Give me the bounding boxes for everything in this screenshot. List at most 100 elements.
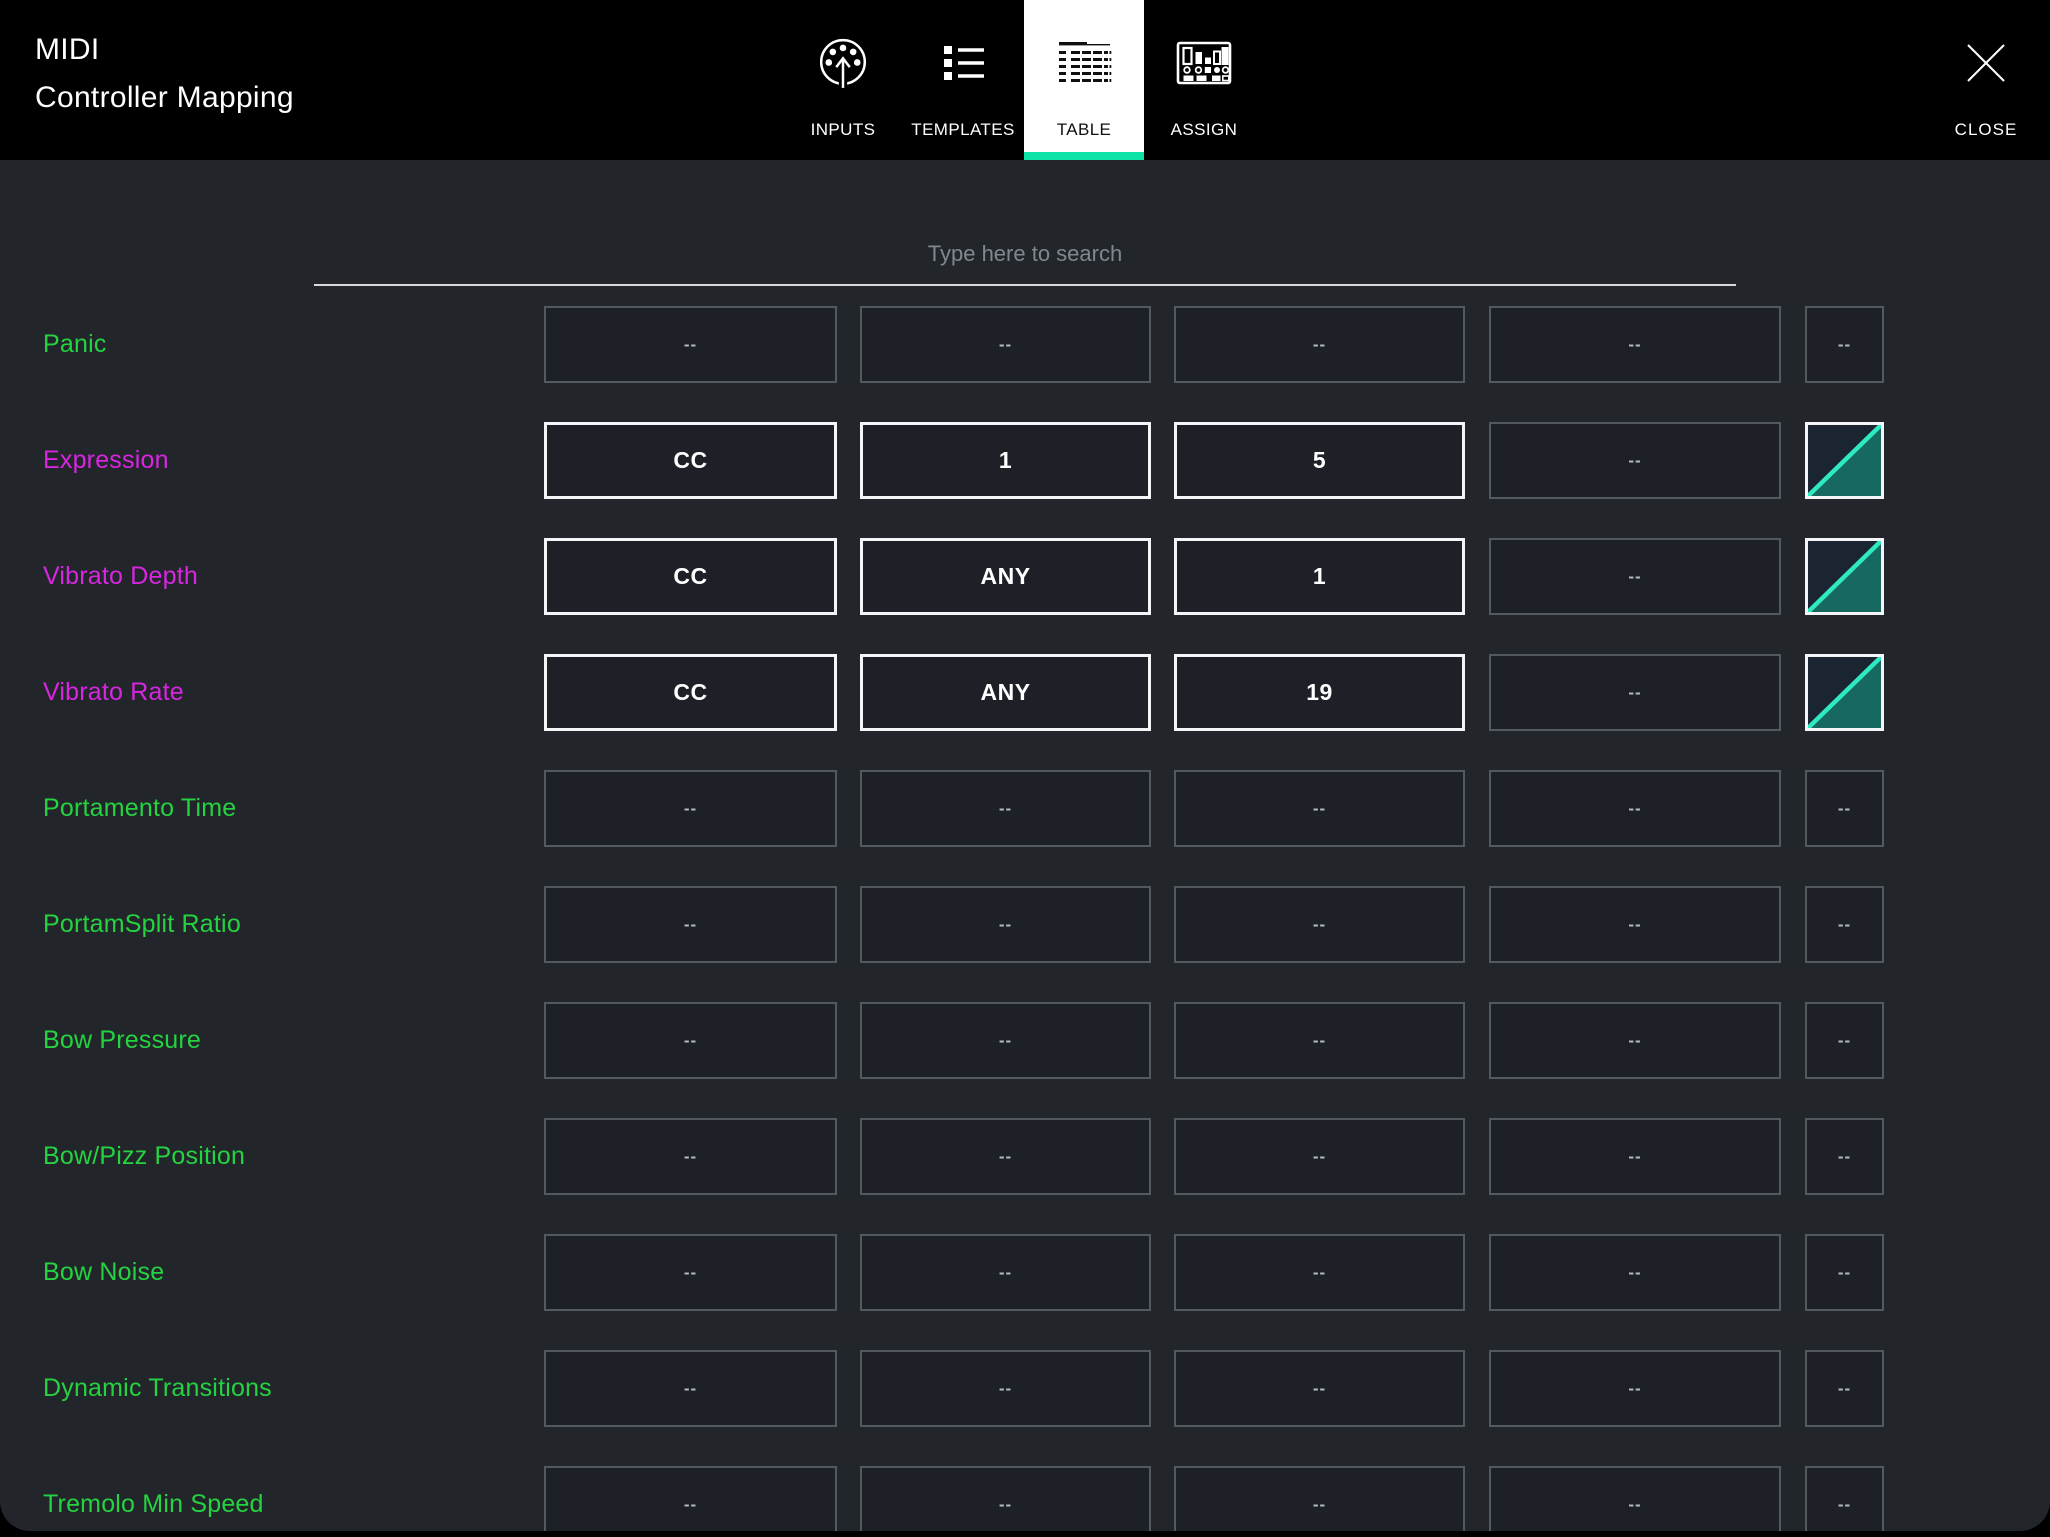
cell-value: -- bbox=[1837, 1494, 1852, 1514]
table-row: Bow Noise -- -- -- -- -- bbox=[0, 1234, 2050, 1311]
cell-value: -- bbox=[683, 1494, 698, 1514]
mapping-cell[interactable]: -- bbox=[1174, 770, 1465, 847]
cell-value: -- bbox=[1312, 1030, 1327, 1050]
table-row: PortamSplit Ratio -- -- -- -- -- bbox=[0, 886, 2050, 963]
mapping-cell[interactable]: -- bbox=[1489, 886, 1781, 963]
mapping-cell[interactable]: -- bbox=[1489, 306, 1781, 383]
cell-value: -- bbox=[1628, 334, 1642, 354]
mapping-cell[interactable]: -- bbox=[1489, 1466, 1781, 1531]
row-label: Expression bbox=[43, 446, 169, 474]
mapping-cell[interactable]: -- bbox=[1489, 1234, 1781, 1311]
mapping-cell[interactable]: -- bbox=[1174, 1118, 1465, 1195]
cell-value: -- bbox=[1837, 798, 1852, 818]
mapping-cell[interactable]: -- bbox=[860, 1234, 1151, 1311]
mapping-cell[interactable]: -- bbox=[1805, 1466, 1884, 1531]
mapping-cell[interactable]: -- bbox=[860, 1002, 1151, 1079]
mapping-cell[interactable]: -- bbox=[544, 306, 837, 383]
row-label: Bow/Pizz Position bbox=[43, 1142, 246, 1170]
mapping-cell[interactable]: 19 bbox=[1174, 654, 1465, 731]
mapping-cell[interactable]: -- bbox=[544, 1466, 837, 1531]
response-curve-cell[interactable] bbox=[1805, 654, 1884, 731]
mapping-cell[interactable]: -- bbox=[1489, 770, 1781, 847]
mapping-cell[interactable]: CC bbox=[544, 422, 837, 499]
mapping-cell[interactable]: -- bbox=[1174, 1234, 1465, 1311]
mapping-cell[interactable]: -- bbox=[1174, 306, 1465, 383]
mapping-cell[interactable]: -- bbox=[544, 1118, 837, 1195]
cell-value: 19 bbox=[1306, 679, 1333, 705]
mapping-cell[interactable]: -- bbox=[1805, 1350, 1884, 1427]
mapping-cell[interactable]: -- bbox=[1174, 886, 1465, 963]
tab-table[interactable]: TABLE bbox=[1024, 0, 1144, 160]
mapping-cell[interactable]: -- bbox=[544, 1350, 837, 1427]
cell-value: -- bbox=[1628, 682, 1642, 702]
search-input[interactable] bbox=[314, 224, 1736, 286]
cell-value: 1 bbox=[998, 447, 1013, 473]
cell-value: -- bbox=[683, 1262, 698, 1282]
cell-value: -- bbox=[1312, 1378, 1327, 1398]
mapping-cell[interactable]: 1 bbox=[1174, 538, 1465, 615]
tab-assign[interactable]: ASSIGN bbox=[1144, 0, 1264, 160]
cell-value: -- bbox=[1628, 566, 1642, 586]
close-x-icon bbox=[1965, 42, 2007, 89]
page-title: MIDI Controller Mapping bbox=[35, 26, 294, 122]
mapping-cell[interactable]: -- bbox=[1489, 654, 1781, 731]
response-curve-cell[interactable] bbox=[1805, 538, 1884, 615]
mapping-cell[interactable]: -- bbox=[860, 1118, 1151, 1195]
mapping-cell[interactable]: -- bbox=[860, 770, 1151, 847]
mapping-table-panel: Panic -- -- -- -- -- Expression CC 1 5 -- Vibra… bbox=[0, 160, 2050, 1531]
table-row: Tremolo Min Speed -- -- -- -- -- bbox=[0, 1466, 2050, 1531]
mixer-icon bbox=[1144, 36, 1264, 90]
mapping-cell[interactable]: -- bbox=[544, 1002, 837, 1079]
mapping-cell[interactable]: -- bbox=[1805, 770, 1884, 847]
tab-templates[interactable]: TEMPLATES bbox=[903, 0, 1023, 160]
mapping-cell[interactable]: 1 bbox=[860, 422, 1151, 499]
tab-label: INPUTS bbox=[810, 120, 876, 139]
mapping-cell[interactable]: -- bbox=[544, 1234, 837, 1311]
response-curve-icon bbox=[1808, 657, 1881, 728]
mapping-cell[interactable]: -- bbox=[1489, 1350, 1781, 1427]
mapping-cell[interactable]: CC bbox=[544, 538, 837, 615]
mapping-cell[interactable]: ANY bbox=[860, 654, 1151, 731]
mapping-cell[interactable]: -- bbox=[1174, 1466, 1465, 1531]
mapping-cell[interactable]: -- bbox=[1805, 886, 1884, 963]
mapping-cell[interactable]: -- bbox=[860, 306, 1151, 383]
mapping-cell[interactable]: -- bbox=[544, 886, 837, 963]
cell-value: -- bbox=[1312, 798, 1327, 818]
mapping-cell[interactable]: -- bbox=[1805, 1002, 1884, 1079]
cell-value: -- bbox=[1628, 914, 1642, 934]
table-row: Portamento Time -- -- -- -- -- bbox=[0, 770, 2050, 847]
mapping-cell[interactable]: -- bbox=[1805, 1234, 1884, 1311]
mapping-cell[interactable]: -- bbox=[1489, 1002, 1781, 1079]
response-curve-cell[interactable] bbox=[1805, 422, 1884, 499]
cell-value: -- bbox=[1628, 1494, 1642, 1514]
mapping-cell[interactable]: 5 bbox=[1174, 422, 1465, 499]
cell-value: -- bbox=[683, 798, 698, 818]
tab-inputs[interactable]: INPUTS bbox=[783, 0, 903, 160]
close-button[interactable]: CLOSE bbox=[1944, 0, 2028, 160]
mapping-cell[interactable]: -- bbox=[860, 1350, 1151, 1427]
mapping-cell[interactable]: ANY bbox=[860, 538, 1151, 615]
cell-value: -- bbox=[998, 1030, 1013, 1050]
cell-value: -- bbox=[1628, 1378, 1642, 1398]
table-row: Panic -- -- -- -- -- bbox=[0, 306, 2050, 383]
cell-value: -- bbox=[1628, 450, 1642, 470]
mapping-cell[interactable]: CC bbox=[544, 654, 837, 731]
mapping-cell[interactable]: -- bbox=[1489, 422, 1781, 499]
mapping-cell[interactable]: -- bbox=[544, 770, 837, 847]
mapping-cell[interactable]: -- bbox=[1805, 1118, 1884, 1195]
mapping-cell[interactable]: -- bbox=[860, 886, 1151, 963]
tab-label: TEMPLATES bbox=[911, 120, 1015, 139]
cell-value: -- bbox=[1312, 1146, 1327, 1166]
mapping-cell[interactable]: -- bbox=[1489, 1118, 1781, 1195]
mapping-cell[interactable]: -- bbox=[860, 1466, 1151, 1531]
list-icon bbox=[903, 36, 1023, 90]
table-row: Bow/Pizz Position -- -- -- -- -- bbox=[0, 1118, 2050, 1195]
cell-value: -- bbox=[683, 914, 698, 934]
cell-value: -- bbox=[998, 1146, 1013, 1166]
row-label: Bow Noise bbox=[43, 1258, 165, 1286]
table-row: Vibrato Depth CC ANY 1 -- bbox=[0, 538, 2050, 615]
mapping-cell[interactable]: -- bbox=[1805, 306, 1884, 383]
mapping-cell[interactable]: -- bbox=[1489, 538, 1781, 615]
mapping-cell[interactable]: -- bbox=[1174, 1350, 1465, 1427]
mapping-cell[interactable]: -- bbox=[1174, 1002, 1465, 1079]
